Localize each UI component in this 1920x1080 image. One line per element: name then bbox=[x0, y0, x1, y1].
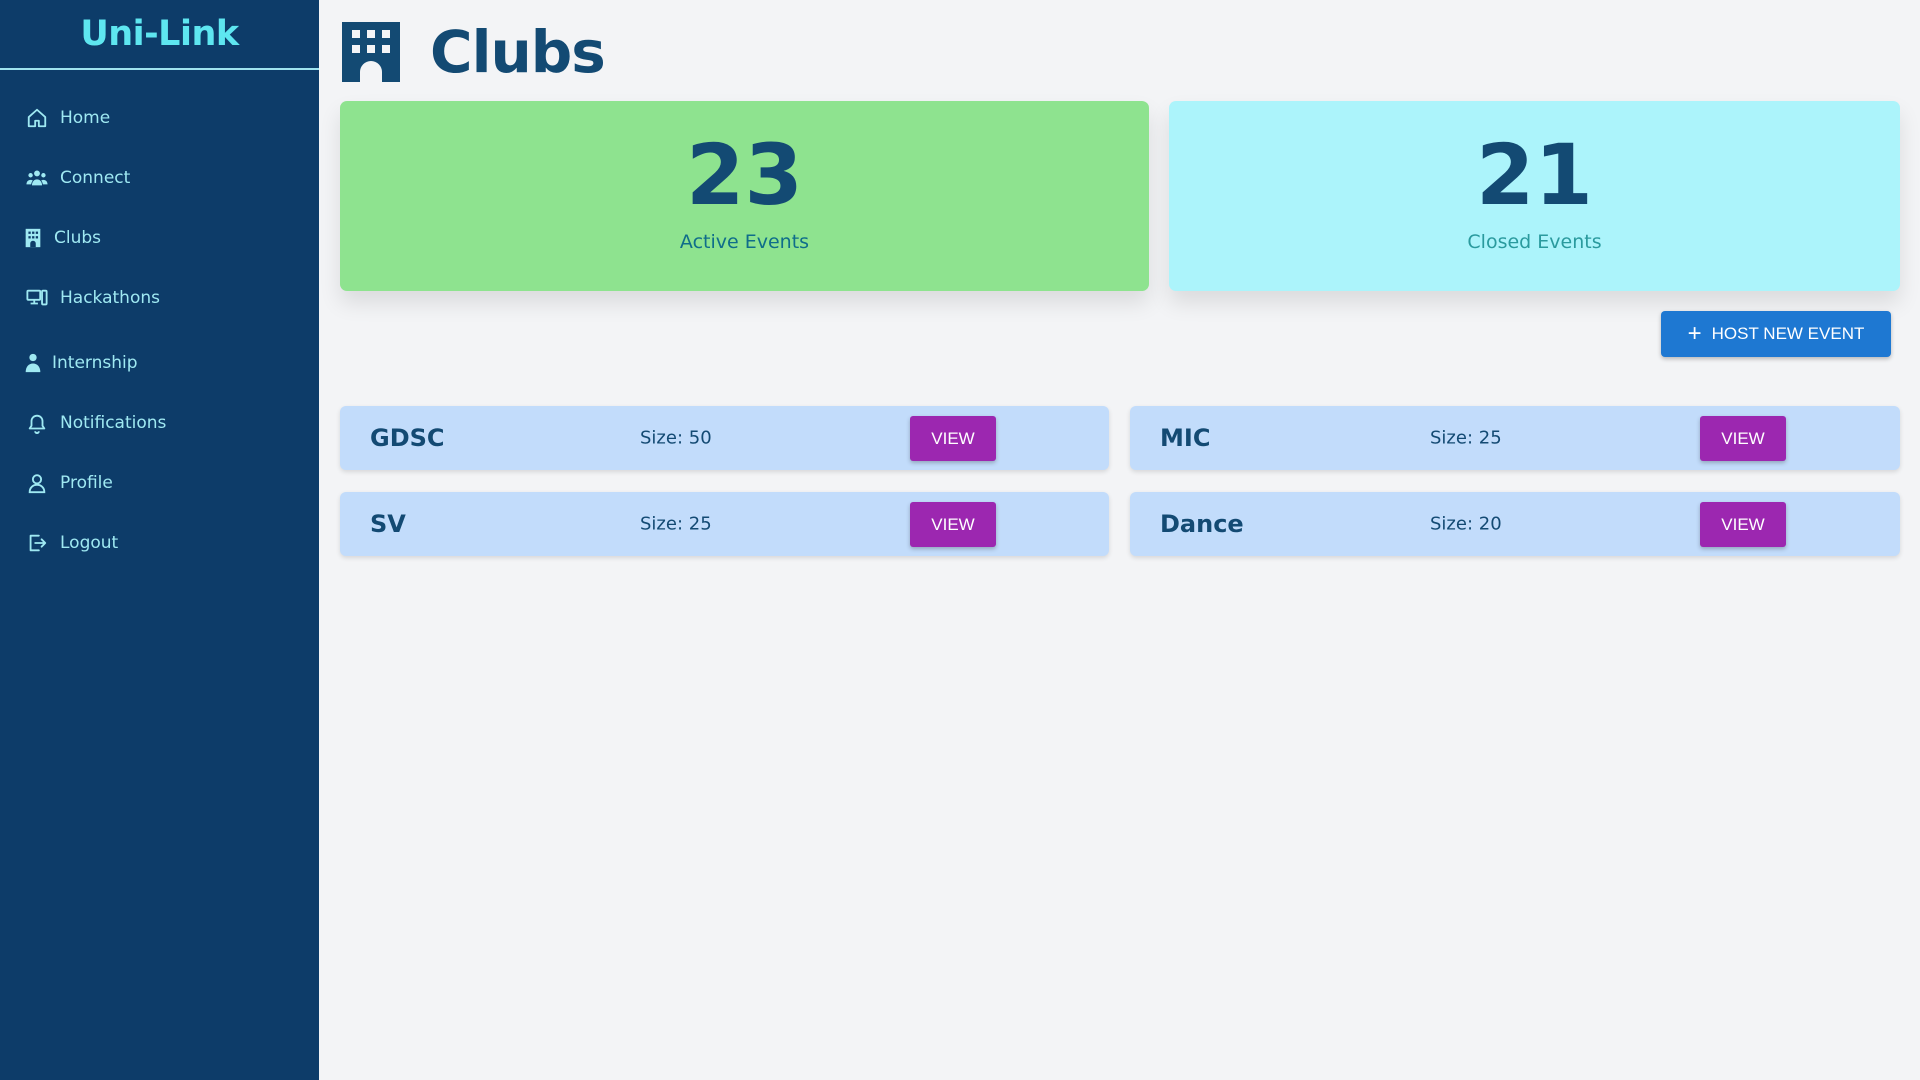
sidebar-item-profile[interactable]: Profile bbox=[24, 470, 113, 496]
sidebar-item-internship[interactable]: Internship bbox=[20, 350, 138, 376]
view-club-button[interactable]: VIEW bbox=[910, 416, 996, 461]
sidebar-item-label: Notifications bbox=[60, 413, 167, 433]
view-club-button[interactable]: VIEW bbox=[1700, 416, 1786, 461]
club-size: Size: 25 bbox=[640, 513, 712, 535]
sidebar-item-label: Home bbox=[60, 108, 111, 128]
bell-icon bbox=[24, 410, 50, 436]
sidebar-item-label: Logout bbox=[60, 533, 119, 553]
view-club-button[interactable]: VIEW bbox=[1700, 502, 1786, 547]
closed-events-label: Closed Events bbox=[1467, 231, 1602, 253]
page-title: Clubs bbox=[430, 18, 606, 86]
club-name: Dance bbox=[1160, 510, 1244, 538]
home-icon bbox=[24, 105, 50, 131]
building-icon bbox=[342, 22, 400, 82]
club-card-dance: Dance Size: 20 VIEW bbox=[1130, 492, 1900, 556]
brand-header: Uni-Link bbox=[0, 0, 319, 70]
sidebar-item-label: Hackathons bbox=[60, 288, 160, 308]
users-icon bbox=[24, 165, 50, 191]
club-card-mic: MIC Size: 25 VIEW bbox=[1130, 406, 1900, 470]
user-icon bbox=[24, 470, 50, 496]
building-icon bbox=[20, 225, 46, 251]
sidebar-item-hackathons[interactable]: Hackathons bbox=[24, 285, 160, 311]
club-name: MIC bbox=[1160, 424, 1211, 452]
club-size: Size: 25 bbox=[1430, 427, 1502, 449]
active-events-count: 23 bbox=[686, 126, 803, 224]
view-club-button[interactable]: VIEW bbox=[910, 502, 996, 547]
sidebar-item-label: Connect bbox=[60, 168, 131, 188]
logout-icon bbox=[24, 530, 50, 556]
brand-logo-text[interactable]: Uni-Link bbox=[80, 14, 239, 54]
sidebar-item-connect[interactable]: Connect bbox=[24, 165, 130, 191]
sidebar-item-notifications[interactable]: Notifications bbox=[24, 410, 166, 436]
sidebar-item-clubs[interactable]: Clubs bbox=[20, 225, 101, 251]
club-card-gdsc: GDSC Size: 50 VIEW bbox=[340, 406, 1109, 470]
host-new-event-label: HOST NEW EVENT bbox=[1711, 324, 1865, 343]
sidebar: Uni-Link Home Connect Clubs Hackathons I… bbox=[0, 0, 319, 1080]
closed-events-card: 21 Closed Events bbox=[1169, 101, 1900, 291]
devices-icon bbox=[24, 285, 50, 311]
club-name: SV bbox=[370, 510, 406, 538]
sidebar-item-label: Profile bbox=[60, 473, 113, 493]
active-events-card: 23 Active Events bbox=[340, 101, 1149, 291]
club-name: GDSC bbox=[370, 424, 445, 452]
closed-events-count: 21 bbox=[1476, 126, 1593, 224]
sidebar-item-label: Clubs bbox=[54, 228, 102, 248]
plus-icon: + bbox=[1687, 320, 1702, 347]
club-size: Size: 50 bbox=[640, 427, 712, 449]
host-new-event-button[interactable]: + HOST NEW EVENT bbox=[1661, 311, 1891, 357]
active-events-label: Active Events bbox=[679, 231, 810, 253]
sidebar-item-logout[interactable]: Logout bbox=[24, 530, 118, 556]
club-card-sv: SV Size: 25 VIEW bbox=[340, 492, 1109, 556]
club-size: Size: 20 bbox=[1430, 513, 1502, 535]
sidebar-item-label: Internship bbox=[52, 353, 138, 373]
page-header: Clubs bbox=[340, 18, 606, 86]
sidebar-item-home[interactable]: Home bbox=[24, 105, 110, 131]
person-icon bbox=[20, 350, 46, 376]
